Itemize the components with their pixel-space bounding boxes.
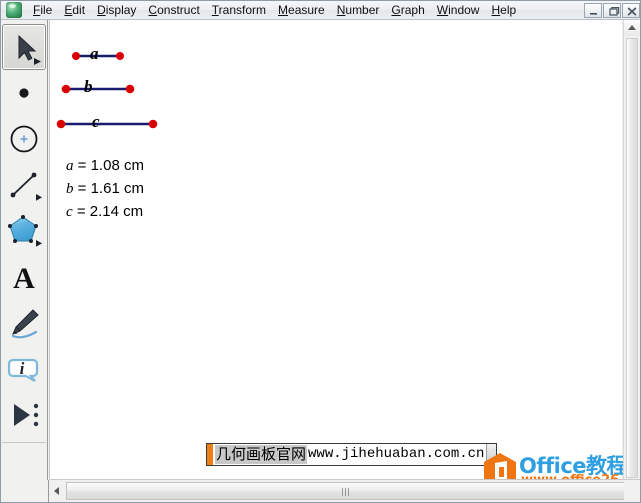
- textbox-cn-text: 几何画板官网: [215, 445, 308, 464]
- toolbar-divider: [2, 442, 46, 443]
- scrollbar-corner-left: [1, 480, 49, 502]
- marker-tool[interactable]: [2, 300, 46, 346]
- svg-text:A: A: [13, 262, 35, 295]
- menu-item-graph[interactable]: Graph: [385, 2, 430, 19]
- vertical-scrollbar[interactable]: [623, 20, 640, 481]
- menu-item-window[interactable]: Window: [431, 2, 486, 19]
- polygon-tool[interactable]: [2, 208, 46, 254]
- information-tool[interactable]: i: [2, 346, 46, 392]
- point-tool[interactable]: [2, 70, 46, 116]
- text-a-icon: A: [13, 262, 35, 295]
- menu-item-file[interactable]: File: [27, 2, 58, 19]
- scroll-up-button[interactable]: [624, 20, 640, 36]
- close-button[interactable]: [622, 3, 640, 18]
- menu-item-construct[interactable]: Construct: [142, 2, 205, 19]
- measurement-a[interactable]: a = 1.08 cm: [66, 157, 144, 175]
- minimize-button[interactable]: [584, 3, 602, 18]
- chevron-up-icon: [628, 25, 636, 30]
- menu-item-edit[interactable]: Edit: [58, 2, 91, 19]
- restore-button[interactable]: [603, 3, 621, 18]
- watermark-textbox[interactable]: 几何画板官网 www.jihehuaban.com.cn: [206, 443, 498, 466]
- menu-item-transform[interactable]: Transform: [206, 2, 272, 19]
- menu-item-measure[interactable]: Measure: [272, 2, 331, 19]
- window-controls: [584, 3, 640, 18]
- geometry-drawing: [56, 52, 158, 129]
- menu-item-display[interactable]: Display: [91, 2, 142, 19]
- horizontal-scroll-track[interactable]: [66, 482, 625, 500]
- segment-label-c[interactable]: c: [92, 112, 100, 132]
- play-dots-icon: [14, 403, 39, 427]
- measurement-c-var: c: [66, 204, 73, 220]
- custom-tool[interactable]: [2, 392, 46, 438]
- measurement-c-value: = 2.14 cm: [72, 203, 144, 220]
- compass-tool[interactable]: [2, 116, 46, 162]
- scrollbar-corner-right: [624, 480, 640, 502]
- measurement-a-var: a: [66, 158, 74, 174]
- menubar: File Edit Display Construct Transform Me…: [1, 1, 640, 20]
- svg-text:i: i: [20, 359, 25, 378]
- vertical-scroll-thumb[interactable]: [626, 38, 638, 478]
- sketch-canvas[interactable]: a b c a = 1.08 cm b = 1.61 cm c = 2.14 c…: [49, 20, 622, 481]
- textbox-content[interactable]: 几何画板官网 www.jihehuaban.com.cn: [213, 444, 486, 465]
- straightedge-tool[interactable]: [2, 162, 46, 208]
- marker-pen-icon: [11, 309, 39, 339]
- menu-item-help[interactable]: Help: [485, 2, 522, 19]
- toolbox: A i: [1, 20, 48, 481]
- segment-icon: [10, 172, 42, 201]
- textbox-en-text: www.jihehuaban.com.cn: [308, 446, 485, 462]
- sketchpad-app-icon[interactable]: [6, 2, 22, 18]
- horizontal-scroll-thumb[interactable]: [66, 482, 625, 500]
- circle-icon: [10, 125, 38, 153]
- arrow-icon: [18, 34, 41, 65]
- scroll-left-button[interactable]: [49, 481, 65, 501]
- arrow-tool[interactable]: [2, 24, 46, 70]
- menu-item-number[interactable]: Number: [331, 2, 386, 19]
- info-bubble-icon: i: [7, 358, 39, 382]
- measurement-c[interactable]: c = 2.14 cm: [66, 203, 143, 221]
- chevron-left-icon: [54, 487, 59, 495]
- pentagon-icon: [8, 215, 42, 247]
- textbox-resize-handle-right[interactable]: [486, 444, 497, 465]
- horizontal-scrollbar[interactable]: [49, 479, 640, 502]
- sketchpad-window: File Edit Display Construct Transform Me…: [0, 0, 641, 503]
- segment-label-b[interactable]: b: [84, 77, 93, 97]
- measurement-b[interactable]: b = 1.61 cm: [66, 180, 144, 198]
- measurement-b-value: = 1.61 cm: [73, 180, 144, 197]
- text-tool[interactable]: A: [2, 254, 46, 300]
- measurement-a-value: = 1.08 cm: [73, 157, 144, 174]
- segment-label-a[interactable]: a: [90, 44, 99, 64]
- measurement-b-var: b: [66, 181, 74, 197]
- point-icon: [19, 88, 29, 98]
